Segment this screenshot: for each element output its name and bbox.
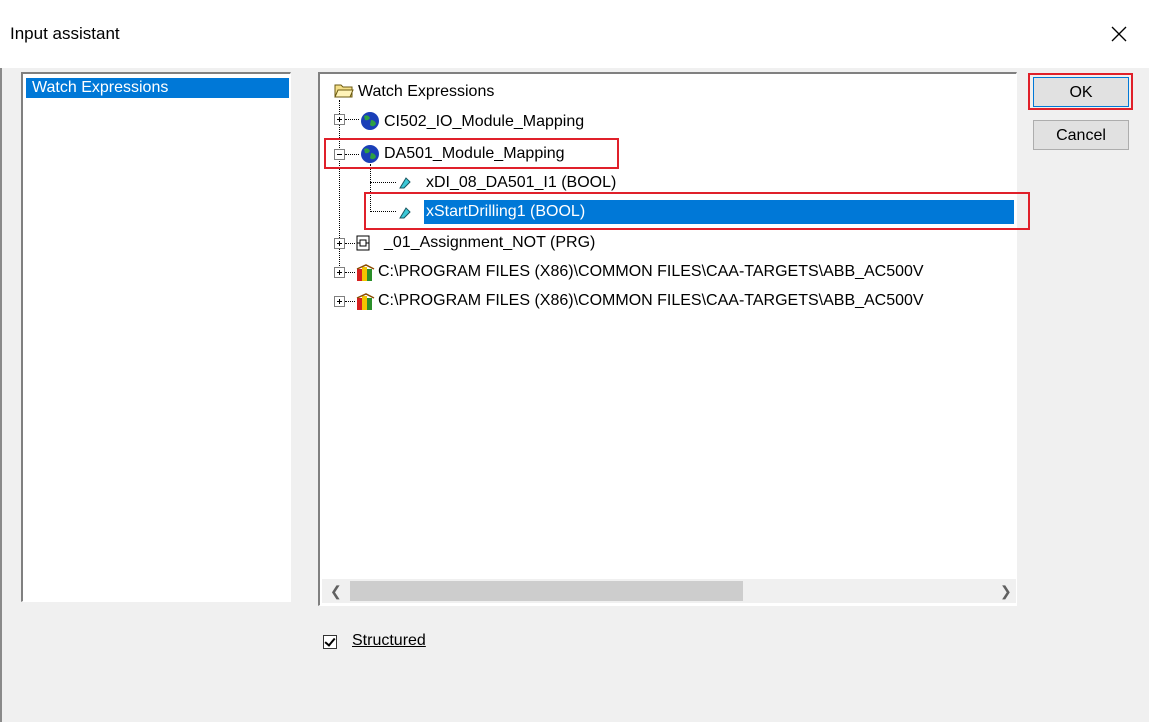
globe-icon: [361, 112, 379, 130]
expand-toggle[interactable]: [334, 267, 345, 278]
cancel-button[interactable]: Cancel: [1033, 120, 1129, 150]
tree-connector: [370, 182, 396, 183]
category-item-watch-expressions[interactable]: Watch Expressions: [26, 78, 289, 98]
tree-connector: [345, 119, 359, 120]
variable-icon: [399, 177, 411, 189]
tree-root-label[interactable]: Watch Expressions: [358, 82, 494, 102]
tree-node-ci502[interactable]: CI502_IO_Module_Mapping: [384, 112, 584, 132]
scroll-left-icon[interactable]: ❮: [330, 583, 342, 600]
tree-node-library-1[interactable]: C:\PROGRAM FILES (X86)\COMMON FILES\CAA-…: [378, 262, 924, 282]
library-icon: [356, 264, 375, 281]
tree-connector: [345, 243, 355, 244]
tree-node-xdi08[interactable]: xDI_08_DA501_I1 (BOOL): [426, 173, 616, 193]
library-icon: [356, 293, 375, 310]
window-edge: [0, 68, 2, 722]
title-bar: Input assistant: [0, 0, 1149, 68]
horizontal-scrollbar[interactable]: ❮ ❯: [322, 579, 1016, 603]
expand-toggle[interactable]: [334, 114, 345, 125]
scrollbar-thumb[interactable]: [350, 581, 743, 601]
scroll-right-icon[interactable]: ❯: [1000, 583, 1012, 600]
category-list[interactable]: Watch Expressions: [21, 72, 291, 602]
ok-button[interactable]: OK: [1033, 77, 1129, 107]
expand-toggle[interactable]: [334, 238, 345, 249]
structured-label-text: Structured: [352, 632, 426, 649]
tree-connector: [345, 272, 355, 273]
highlight-box-xstartdrilling1: [364, 192, 1030, 230]
tree-connector: [345, 301, 355, 302]
structured-checkbox[interactable]: [323, 635, 337, 649]
tree-node-library-2[interactable]: C:\PROGRAM FILES (X86)\COMMON FILES\CAA-…: [378, 291, 924, 311]
expand-toggle[interactable]: [334, 296, 345, 307]
close-icon[interactable]: [1099, 14, 1139, 54]
highlight-box-da501: [324, 138, 619, 169]
dialog-title: Input assistant: [10, 24, 120, 43]
structured-label: Structured: [352, 632, 426, 650]
program-icon: [356, 235, 370, 251]
folder-open-icon: [334, 84, 354, 98]
tree-node-assignment-not[interactable]: _01_Assignment_NOT (PRG): [384, 233, 595, 253]
